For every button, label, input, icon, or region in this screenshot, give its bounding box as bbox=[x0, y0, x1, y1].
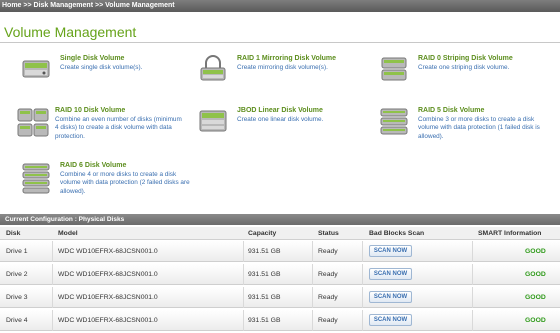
table-header: Disk Model Capacity Status Bad Blocks Sc… bbox=[0, 227, 560, 240]
cell-model: WDC WD10EFRX-68JCSN001.0 bbox=[58, 317, 158, 324]
option-title: RAID 10 Disk Volume bbox=[55, 107, 126, 114]
cell-model: WDC WD10EFRX-68JCSN001.0 bbox=[58, 294, 158, 301]
cell-divider bbox=[362, 241, 363, 262]
cell-divider bbox=[472, 310, 473, 331]
column-header-bad-blocks-scan: Bad Blocks Scan bbox=[369, 230, 425, 237]
cell-divider bbox=[472, 287, 473, 308]
option-description: Create one striping disk volume. bbox=[418, 64, 510, 71]
cell-divider bbox=[312, 241, 313, 262]
table-row: Drive 4 WDC WD10EFRX-68JCSN001.0 931.51 … bbox=[0, 310, 560, 331]
table-row: Drive 3 WDC WD10EFRX-68JCSN001.0 931.51 … bbox=[0, 287, 560, 308]
option-title: Single Disk Volume bbox=[60, 55, 125, 62]
raid0-stripe-icon bbox=[378, 55, 410, 83]
cell-model: WDC WD10EFRX-68JCSN001.0 bbox=[58, 271, 158, 278]
smart-status: GOOD bbox=[525, 294, 546, 301]
raid10-icon bbox=[15, 107, 49, 137]
option-title: RAID 5 Disk Volume bbox=[418, 107, 485, 114]
table-row: Drive 2 WDC WD10EFRX-68JCSN001.0 931.51 … bbox=[0, 264, 560, 285]
page-title: Volume Management bbox=[4, 24, 137, 40]
cell-divider bbox=[243, 287, 244, 308]
cell-capacity: 931.51 GB bbox=[248, 317, 281, 324]
cell-divider bbox=[243, 310, 244, 331]
smart-status: GOOD bbox=[525, 271, 546, 278]
raid1-mirror-icon bbox=[197, 55, 229, 83]
cell-divider bbox=[472, 264, 473, 285]
cell-status: Ready bbox=[318, 294, 338, 301]
cell-status: Ready bbox=[318, 248, 338, 255]
cell-capacity: 931.51 GB bbox=[248, 271, 281, 278]
cell-divider bbox=[312, 264, 313, 285]
option-title: RAID 1 Mirroring Disk Volume bbox=[237, 55, 337, 62]
cell-model: WDC WD10EFRX-68JCSN001.0 bbox=[58, 248, 158, 255]
breadcrumb: Home >> Disk Management >> Volume Manage… bbox=[0, 0, 560, 12]
option-description: Combine 4 or more disks to create a disk… bbox=[60, 171, 190, 195]
single-disk-icon bbox=[20, 55, 52, 83]
cell-divider bbox=[52, 287, 53, 308]
cell-divider bbox=[52, 310, 53, 331]
option-title: RAID 0 Striping Disk Volume bbox=[418, 55, 513, 62]
cell-divider bbox=[312, 287, 313, 308]
jbod-linear-icon bbox=[197, 107, 229, 135]
cell-divider bbox=[362, 264, 363, 285]
scan-now-button[interactable]: SCAN NOW bbox=[369, 268, 412, 280]
column-header-smart-information: SMART Information bbox=[478, 230, 542, 237]
column-header-status: Status bbox=[318, 230, 339, 237]
title-divider bbox=[0, 42, 560, 43]
option-description: Create mirroring disk volume(s). bbox=[237, 64, 328, 71]
cell-status: Ready bbox=[318, 271, 338, 278]
cell-divider bbox=[362, 310, 363, 331]
option-description: Combine 3 or more disks to create a disk… bbox=[418, 116, 540, 140]
option-title: JBOD Linear Disk Volume bbox=[237, 107, 323, 114]
raid5-icon bbox=[378, 107, 410, 135]
cell-capacity: 931.51 GB bbox=[248, 248, 281, 255]
column-header-disk: Disk bbox=[6, 230, 21, 237]
table-row: Drive 1 WDC WD10EFRX-68JCSN001.0 931.51 … bbox=[0, 241, 560, 262]
cell-divider bbox=[472, 241, 473, 262]
cell-disk: Drive 4 bbox=[6, 317, 28, 324]
raid6-icon bbox=[20, 162, 52, 194]
cell-disk: Drive 2 bbox=[6, 271, 28, 278]
option-description: Combine an even number of disks (minimum… bbox=[55, 116, 182, 140]
cell-disk: Drive 1 bbox=[6, 248, 28, 255]
cell-divider bbox=[362, 287, 363, 308]
cell-divider bbox=[312, 310, 313, 331]
scan-now-button[interactable]: SCAN NOW bbox=[369, 245, 412, 257]
smart-status: GOOD bbox=[525, 317, 546, 324]
option-title: RAID 6 Disk Volume bbox=[60, 162, 127, 169]
smart-status: GOOD bbox=[525, 248, 546, 255]
cell-divider bbox=[243, 264, 244, 285]
cell-divider bbox=[52, 241, 53, 262]
column-header-model: Model bbox=[58, 230, 78, 237]
cell-divider bbox=[243, 241, 244, 262]
cell-divider bbox=[52, 264, 53, 285]
column-header-capacity: Capacity bbox=[248, 230, 277, 237]
option-description: Create single disk volume(s). bbox=[60, 64, 143, 71]
cell-disk: Drive 3 bbox=[6, 294, 28, 301]
scan-now-button[interactable]: SCAN NOW bbox=[369, 291, 412, 303]
cell-capacity: 931.51 GB bbox=[248, 294, 281, 301]
scan-now-button[interactable]: SCAN NOW bbox=[369, 314, 412, 326]
current-configuration-header: Current Configuration : Physical Disks bbox=[0, 214, 560, 225]
option-description: Create one linear disk volume. bbox=[237, 116, 324, 123]
cell-status: Ready bbox=[318, 317, 338, 324]
